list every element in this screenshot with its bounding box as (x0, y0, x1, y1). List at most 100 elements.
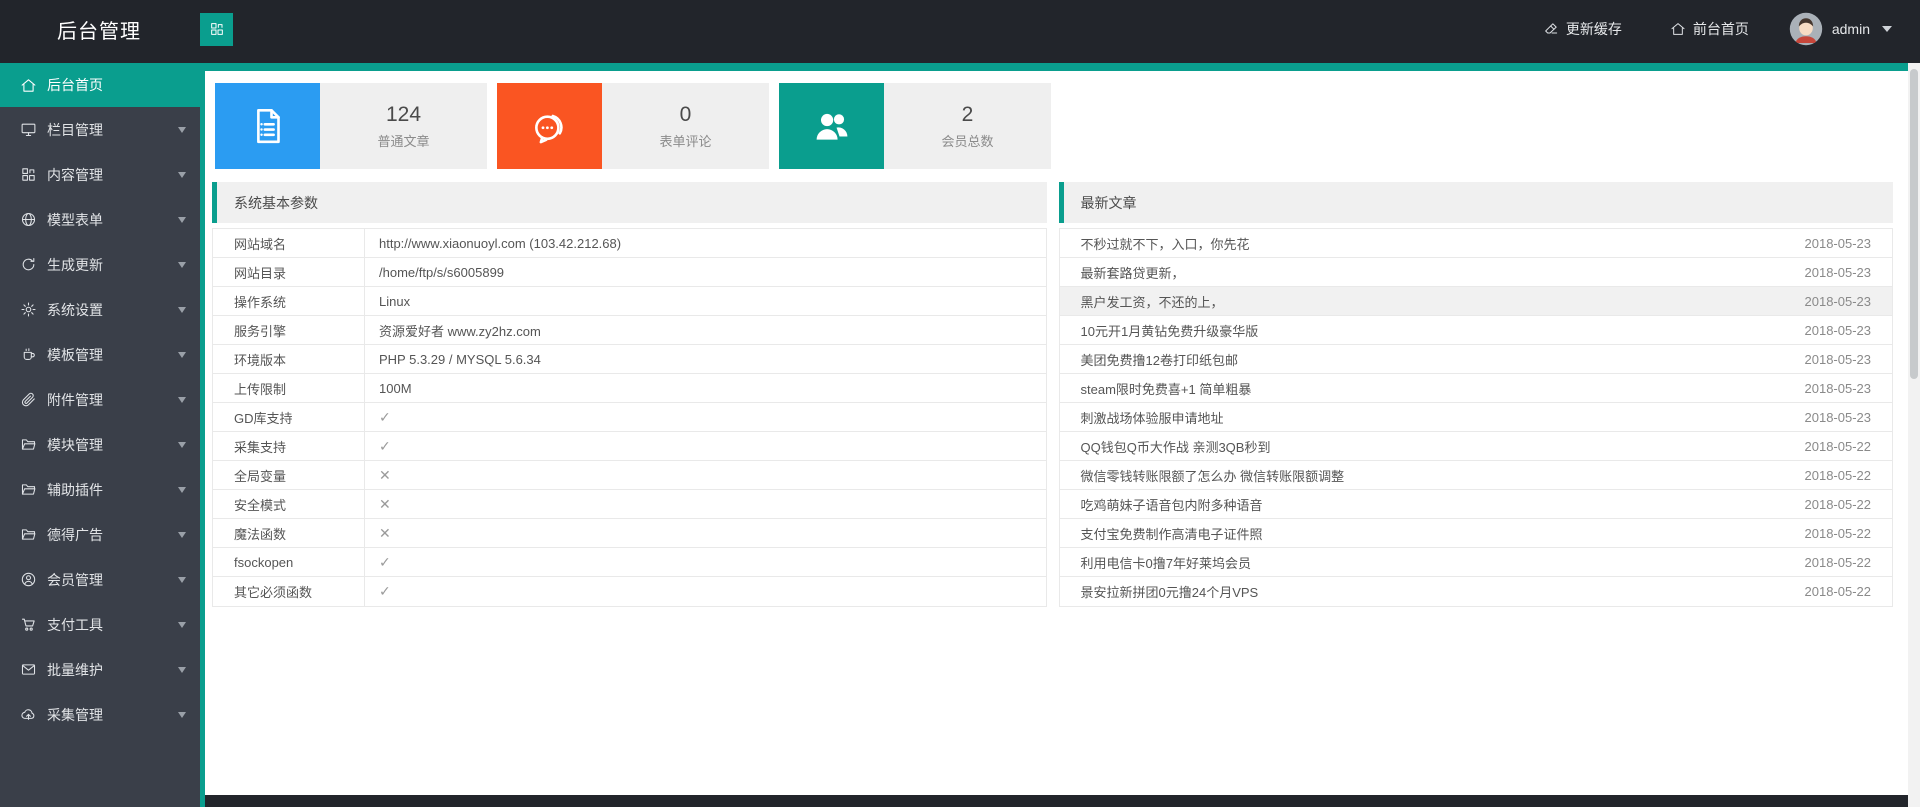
article-row[interactable]: 微信零钱转账限额了怎么办 微信转账限额调整 2018-05-22 (1060, 461, 1893, 490)
param-value: PHP 5.3.29 / MYSQL 5.6.34 (365, 345, 1046, 373)
article-title: QQ钱包Q币大作战 亲测3QB秒到 (1060, 432, 1805, 460)
article-row[interactable]: 最新套路贷更新， 2018-05-23 (1060, 258, 1893, 287)
param-label: 操作系统 (213, 287, 365, 315)
home-icon (20, 77, 37, 94)
stat-label: 普通文章 (377, 131, 429, 150)
stat-value: 124 (386, 103, 421, 127)
article-row[interactable]: 吃鸡萌妹子语音包内附多种语音 2018-05-22 (1060, 490, 1893, 519)
sidebar-item[interactable]: 系统设置 (0, 287, 200, 332)
article-date: 2018-05-23 (1805, 403, 1893, 431)
users-icon (811, 105, 853, 147)
sidebar-item[interactable]: 会员管理 (0, 557, 200, 602)
article-title: 吃鸡萌妹子语音包内附多种语音 (1060, 490, 1805, 518)
sidebar-item-label: 采集管理 (47, 705, 178, 725)
table-row: 魔法函数 ✕ (213, 519, 1046, 548)
param-label: 安全模式 (213, 490, 365, 518)
chevron-down-icon (178, 352, 186, 358)
comments-icon (529, 105, 571, 147)
home-icon (1670, 21, 1686, 37)
stat-card[interactable]: 124 普通文章 (215, 83, 487, 169)
article-row[interactable]: QQ钱包Q币大作战 亲测3QB秒到 2018-05-22 (1060, 432, 1893, 461)
article-row[interactable]: 不秒过就不下，入口，你先花 2018-05-23 (1060, 229, 1893, 258)
stat-card[interactable]: 0 表单评论 (497, 83, 769, 169)
table-row: 安全模式 ✕ (213, 490, 1046, 519)
chevron-down-icon (178, 172, 186, 178)
system-params-header: 系统基本参数 (212, 182, 1047, 223)
article-row[interactable]: 支付宝免费制作高清电子证件照 2018-05-22 (1060, 519, 1893, 548)
sidebar-item[interactable]: 模板管理 (0, 332, 200, 377)
chevron-down-icon (178, 127, 186, 133)
main-content: 124 普通文章 0 表单评论 2 (205, 63, 1908, 795)
sidebar-item-label: 附件管理 (47, 390, 178, 410)
article-date: 2018-05-22 (1805, 461, 1893, 489)
article-title: 利用电信卡0撸7年好莱坞会员 (1060, 548, 1805, 576)
article-row[interactable]: 利用电信卡0撸7年好莱坞会员 2018-05-22 (1060, 548, 1893, 577)
update-cache-button[interactable]: 更新缓存 (1543, 19, 1622, 39)
table-row: GD库支持 ✓ (213, 403, 1046, 432)
sidebar-item-label: 批量维护 (47, 660, 178, 680)
cloud-icon (20, 706, 37, 723)
sidebar-item[interactable]: 采集管理 (0, 692, 200, 737)
sidebar-item[interactable]: 后台首页 (0, 63, 200, 107)
sidebar-item[interactable]: 模块管理 (0, 422, 200, 467)
stat-value: 2 (962, 103, 974, 127)
system-params-table: 网站域名 http://www.xiaonuoyl.com (103.42.21… (212, 228, 1047, 607)
sidebar-item-label: 后台首页 (47, 75, 186, 95)
param-value: /home/ftp/s/s6005899 (365, 258, 1046, 286)
avatar (1789, 12, 1823, 46)
header-actions: 更新缓存 前台首页 admin (1495, 12, 1920, 46)
user-menu[interactable]: admin (1789, 12, 1892, 46)
article-date: 2018-05-23 (1805, 229, 1893, 257)
article-title: 支付宝免费制作高清电子证件照 (1060, 519, 1805, 547)
sidebar-item[interactable]: 德得广告 (0, 512, 200, 557)
article-row[interactable]: 刺激战场体验服申请地址 2018-05-23 (1060, 403, 1893, 432)
article-row[interactable]: 美团免费撸12卷打印纸包邮 2018-05-23 (1060, 345, 1893, 374)
sidebar-item[interactable]: 模型表单 (0, 197, 200, 242)
sidebar-item[interactable]: 内容管理 (0, 152, 200, 197)
sidebar-item[interactable]: 支付工具 (0, 602, 200, 647)
article-date: 2018-05-23 (1805, 316, 1893, 344)
sidebar-item-label: 支付工具 (47, 615, 178, 635)
param-label: 全局变量 (213, 461, 365, 489)
front-home-button[interactable]: 前台首页 (1670, 19, 1749, 39)
table-row: fsockopen ✓ (213, 548, 1046, 577)
refresh-icon (20, 256, 37, 273)
sidebar-item-label: 德得广告 (47, 525, 178, 545)
article-title: 微信零钱转账限额了怎么办 微信转账限额调整 (1060, 461, 1805, 489)
param-value: ✓ (365, 432, 1046, 460)
display-icon (20, 121, 37, 138)
chevron-down-icon (178, 487, 186, 493)
param-value: ✕ (365, 490, 1046, 518)
article-row[interactable]: 景安拉新拼团0元撸24个月VPS 2018-05-22 (1060, 577, 1893, 606)
sidebar-item[interactable]: 生成更新 (0, 242, 200, 287)
grid-icon (20, 166, 37, 183)
sidebar-item[interactable]: 附件管理 (0, 377, 200, 422)
article-title: 刺激战场体验服申请地址 (1060, 403, 1805, 431)
scrollbar-thumb[interactable] (1910, 69, 1918, 379)
article-row[interactable]: steam限时免费喜+1 简单粗暴 2018-05-23 (1060, 374, 1893, 403)
stat-card[interactable]: 2 会员总数 (779, 83, 1051, 169)
article-date: 2018-05-23 (1805, 258, 1893, 286)
chevron-down-icon (178, 532, 186, 538)
sidebar-toggle-button[interactable] (200, 13, 233, 46)
chevron-down-icon (178, 307, 186, 313)
table-row: 全局变量 ✕ (213, 461, 1046, 490)
sidebar-item[interactable]: 辅助插件 (0, 467, 200, 512)
sidebar-item[interactable]: 批量维护 (0, 647, 200, 692)
article-row[interactable]: 黑户发工资，不还的上， 2018-05-23 (1060, 287, 1893, 316)
param-value: Linux (365, 287, 1046, 315)
param-value: ✕ (365, 461, 1046, 489)
globe-icon (20, 211, 37, 228)
file-icon (247, 105, 289, 147)
param-value: 资源爱好者 www.zy2hz.com (365, 316, 1046, 344)
table-row: 上传限制 100M (213, 374, 1046, 403)
chevron-down-icon (178, 397, 186, 403)
stat-label: 会员总数 (941, 131, 993, 150)
param-label: GD库支持 (213, 403, 365, 431)
top-header: 后台管理 更新缓存 前台首页 (0, 0, 1920, 58)
sidebar-item[interactable]: 栏目管理 (0, 107, 200, 152)
sidebar: 后台首页 栏目管理 内容管理 模型表单 生成更新 系统设置 (0, 63, 200, 807)
article-row[interactable]: 10元开1月黄钻免费升级豪华版 2018-05-23 (1060, 316, 1893, 345)
chevron-down-icon (178, 667, 186, 673)
article-date: 2018-05-22 (1805, 490, 1893, 518)
